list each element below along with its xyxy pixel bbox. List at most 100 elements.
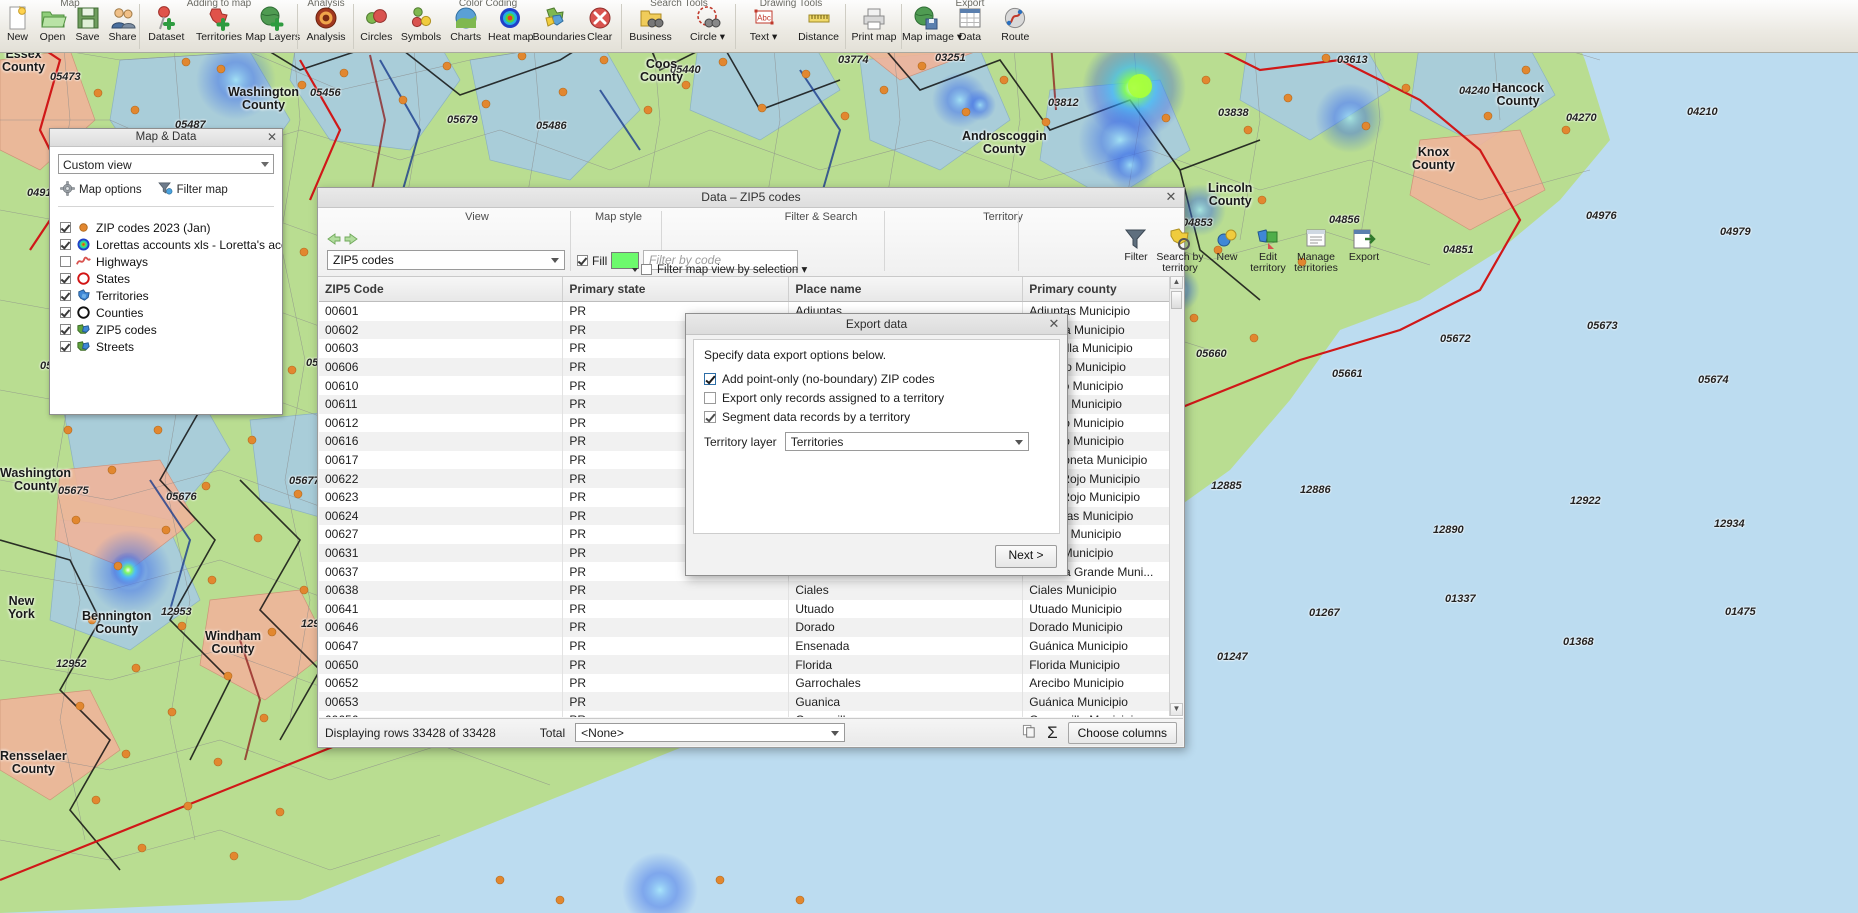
ribbon-button-circles[interactable]: Circles [354,2,399,51]
toolbar-button-export[interactable]: Export [1344,226,1384,263]
ribbon-button-boundaries[interactable]: Boundaries [533,2,586,51]
table-cell[interactable]: 00606 [319,357,564,377]
table-cell[interactable]: 00627 [319,525,564,544]
ribbon-button-new[interactable]: New [0,2,35,51]
table-cell[interactable]: PR [562,711,790,717]
toolbar-button-new[interactable]: New [1208,226,1246,263]
table-cell[interactable]: 00641 [319,599,564,619]
custom-view-select[interactable]: Custom view [58,154,274,174]
ribbon-button-distance[interactable]: Distance [791,2,846,51]
territory-layer-row[interactable]: Territory layer Territories [704,432,1049,451]
table-cell[interactable]: Guanica [788,692,1024,712]
table-cell[interactable]: 00637 [319,562,564,581]
table-cell[interactable]: 00611 [319,394,564,414]
table-cell[interactable]: Florida Municipio [1022,655,1183,674]
column-header-primary-state[interactable]: Primary state [562,277,790,302]
layer-row[interactable]: States [60,270,282,287]
table-cell[interactable]: 00602 [319,320,564,340]
next-record-icon[interactable] [344,233,358,248]
view-select[interactable]: ZIP5 codes [327,250,565,270]
ribbon-button-map-image[interactable]: Map image ▾ [902,2,962,51]
layer-checkbox[interactable] [60,307,71,318]
close-icon[interactable]: ✕ [1164,188,1178,207]
copy-icon[interactable] [1022,724,1037,742]
column-header-place-name[interactable]: Place name [788,277,1024,302]
layer-row[interactable]: ZIP5 codes [60,321,282,338]
table-cell[interactable]: 00624 [319,506,564,526]
table-cell[interactable]: Dorado Municipio [1022,618,1183,637]
table-cell[interactable]: 00616 [319,432,564,451]
layer-row[interactable]: Counties [60,304,282,321]
filter-map-view-by-selection-checkbox-row[interactable]: Filter map view by selection ▾ [641,262,807,276]
layer-checkbox[interactable] [60,239,71,250]
data-window-status-bar[interactable]: Displaying rows 33428 of 33428 Total <No… [319,718,1183,746]
toolbar-button-edit-territory[interactable]: Edit territory [1248,226,1288,274]
table-cell[interactable]: Dorado [788,618,1024,637]
table-vertical-scrollbar[interactable]: ▲ ▼ [1169,276,1183,716]
table-cell[interactable]: Ensenada [788,636,1024,656]
ribbon-button-route[interactable]: Route [993,2,1038,51]
layer-row[interactable]: Territories [60,287,282,304]
table-cell[interactable]: Guayanilla [788,711,1024,717]
layer-row[interactable]: ZIP codes 2023 (Jan) [60,219,282,236]
table-cell[interactable]: 00653 [319,692,564,712]
table-cell[interactable]: Guánica Municipio [1022,636,1183,656]
choose-columns-button[interactable]: Choose columns [1067,721,1177,744]
table-row[interactable]: 00653PRGuanicaGuánica MunicipioPRGuánica… [319,692,1183,712]
scrollbar-thumb[interactable] [1171,291,1182,309]
main-ribbon-toolbar[interactable]: Map New Open Save Share Adding to map Dataset T… [0,0,1858,53]
table-cell[interactable]: PR [562,692,790,712]
fill-color-swatch[interactable] [611,252,640,272]
table-row[interactable]: 00646PRDoradoDorado MunicipioPRDorado Mu… [319,618,1183,637]
table-cell[interactable]: 00650 [319,655,564,674]
map-and-data-tools[interactable]: Map options Filter map [58,181,274,199]
next-button[interactable]: Next > [995,545,1057,568]
layer-list[interactable]: ZIP codes 2023 (Jan) Lorettas accounts xl… [50,207,282,355]
table-cell[interactable]: Arecibo Municipio [1022,673,1183,693]
sigma-icon[interactable]: Σ [1047,724,1058,741]
ribbon-button-print-map[interactable]: Print map [846,2,902,51]
ribbon-button-dataset[interactable]: Dataset [140,2,193,51]
ribbon-button-territories[interactable]: Territories [193,2,246,51]
toolbar-button-manage-territories[interactable]: Manage territories [1290,226,1342,274]
column-header-zip5-code[interactable]: ZIP5 Code [319,277,564,302]
ribbon-button-analysis[interactable]: Analysis [298,2,354,51]
layer-row[interactable]: Streets [60,338,282,355]
table-cell[interactable]: Ciales [788,580,1024,600]
territory-layer-select[interactable]: Territories [784,432,1029,451]
ribbon-button-data[interactable]: Data [947,2,992,51]
ribbon-button-save[interactable]: Save [70,2,105,51]
layer-checkbox[interactable] [60,341,71,352]
table-cell[interactable]: 00638 [319,580,564,600]
table-cell[interactable]: 00610 [319,376,564,395]
table-cell[interactable]: Florida [788,655,1024,674]
table-cell[interactable]: Utuado Municipio [1022,599,1183,619]
ribbon-button-charts[interactable]: Charts [443,2,488,51]
layer-checkbox[interactable] [60,222,71,233]
map-options-button[interactable]: Map options [60,181,142,199]
layer-checkbox[interactable] [60,256,71,267]
export-only-assigned-checkbox[interactable] [704,391,716,404]
table-cell[interactable]: PR [562,580,790,600]
ribbon-button-share[interactable]: Share [105,2,140,51]
table-cell[interactable]: Guayanilla Municipio [1022,711,1183,717]
table-row[interactable]: 00641PRUtuadoUtuado MunicipioPRUtuado Mu… [319,599,1183,619]
map-and-data-panel[interactable]: Map & Data ✕ Custom view Map options Fil… [49,128,283,415]
toolbar-button-filter[interactable]: Filter [1118,226,1154,263]
table-cell[interactable]: 00656 [319,711,564,717]
segment-by-territory-checkbox[interactable] [704,410,716,423]
ribbon-button-text[interactable]: Abc Text ▾ [736,2,791,51]
ribbon-button-circle[interactable]: Circle ▾ [679,2,736,51]
add-point-only-checkbox[interactable] [704,372,716,385]
table-cell[interactable]: PR [562,655,790,674]
option-segment-by-territory[interactable]: Segment data records by a territory [704,407,1049,426]
table-cell[interactable]: PR [562,599,790,619]
table-cell[interactable]: Utuado [788,599,1024,619]
table-cell[interactable]: Guánica Municipio [1022,692,1183,712]
export-data-dialog[interactable]: Export data ✕ Specify data export option… [685,313,1068,576]
layer-row[interactable]: Lorettas accounts xls - Loretta's accou.… [60,236,282,253]
table-cell[interactable]: 00623 [319,487,564,507]
fill-checkbox-group[interactable]: Fill [577,252,640,272]
prev-record-icon[interactable] [327,233,341,248]
ribbon-button-open[interactable]: Open [35,2,70,51]
